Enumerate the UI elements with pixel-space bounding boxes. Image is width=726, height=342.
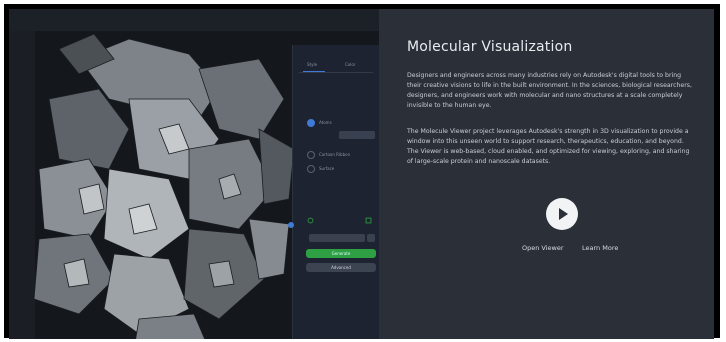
- radio-option3[interactable]: [307, 165, 315, 173]
- molecule-render: [33, 33, 295, 339]
- open-viewer-link[interactable]: Open Viewer: [522, 244, 564, 252]
- molecule-viewer[interactable]: Style Color Atoms Cartoon Ribbon Surface…: [9, 9, 379, 339]
- generate-button[interactable]: Generate: [306, 249, 376, 258]
- preset-dropdown-toggle[interactable]: [367, 234, 375, 242]
- page-title: Molecular Visualization: [407, 39, 573, 55]
- tab-divider: [299, 72, 373, 73]
- option2-label: Cartoon Ribbon: [319, 152, 351, 157]
- tab-color[interactable]: Color: [345, 62, 355, 67]
- style-select[interactable]: [339, 131, 375, 139]
- tab-active-indicator: [303, 71, 325, 72]
- reset-icon[interactable]: [307, 217, 314, 224]
- option3-label: Surface: [319, 166, 335, 171]
- option1-label: Atoms: [319, 120, 332, 125]
- tab-style[interactable]: Style: [307, 62, 317, 67]
- learn-more-link[interactable]: Learn More: [582, 244, 618, 252]
- info-section: Molecular Visualization Designers and en…: [379, 9, 714, 339]
- radio-option1[interactable]: [307, 119, 315, 127]
- play-icon: [559, 208, 568, 220]
- panel-handle[interactable]: [288, 222, 294, 228]
- viewer-settings-panel: Style Color Atoms Cartoon Ribbon Surface…: [292, 45, 379, 339]
- preset-dropdown[interactable]: [309, 234, 365, 242]
- description-paragraph-1: Designers and engineers across many indu…: [407, 72, 692, 109]
- description-paragraph-2: The Molecule Viewer project leverages Au…: [407, 128, 690, 165]
- viewer-toolbar: [9, 9, 379, 31]
- radio-option2[interactable]: [307, 151, 315, 159]
- hero-section: Style Color Atoms Cartoon Ribbon Surface…: [9, 9, 714, 339]
- advanced-button[interactable]: Advanced: [306, 263, 376, 272]
- capture-icon[interactable]: [365, 217, 372, 224]
